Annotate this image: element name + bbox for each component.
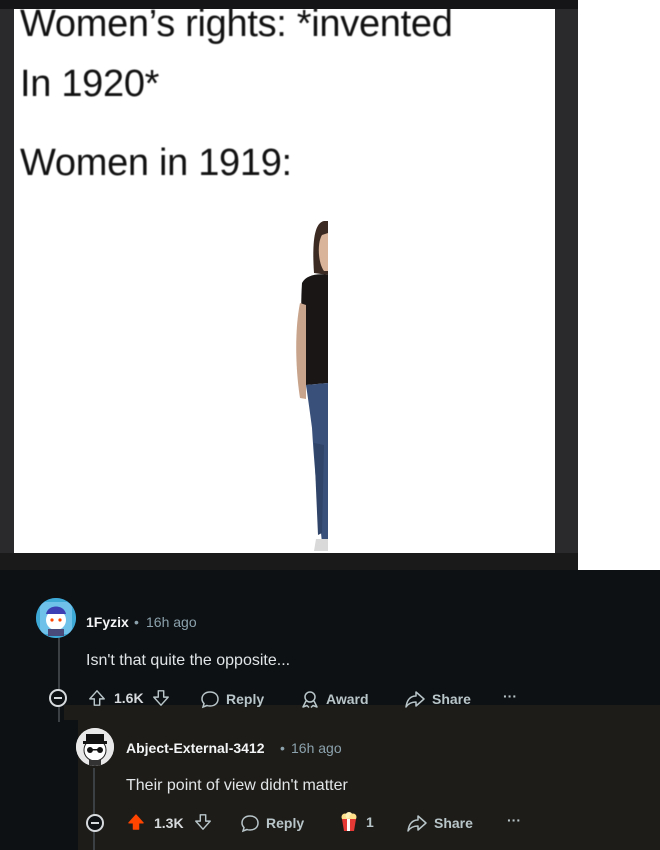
reply-timestamp[interactable]: 16h ago xyxy=(291,740,342,756)
meme-caption-line3: Women in 1919: xyxy=(20,142,292,184)
minus-icon xyxy=(54,697,62,699)
reply-username[interactable]: Abject-External-3412 xyxy=(126,740,265,756)
image-bottom-bar xyxy=(0,553,578,570)
comment-username[interactable]: 1Fyzix xyxy=(86,614,129,630)
minus-icon xyxy=(91,822,99,824)
upvote-button-active[interactable] xyxy=(127,813,145,831)
reply-label: Reply xyxy=(266,815,305,831)
snoo-avatar-icon xyxy=(36,598,76,638)
image-top-bar xyxy=(0,0,578,9)
reply-button[interactable]: Reply xyxy=(240,813,304,833)
collapse-reply-button[interactable] xyxy=(86,814,104,832)
reply-vote-score: 1.3K xyxy=(154,815,184,831)
more-options-button[interactable]: ··· xyxy=(503,688,517,704)
avatar[interactable] xyxy=(36,598,76,638)
share-arrow-icon xyxy=(405,691,425,708)
downvote-arrow-icon xyxy=(195,814,211,830)
collapse-thread-button[interactable] xyxy=(49,689,67,707)
reply-thread-line[interactable] xyxy=(93,768,95,850)
comment-timestamp[interactable]: 16h ago xyxy=(146,614,197,630)
woman-peeking-illustration xyxy=(296,221,328,551)
meme-image: Women’s rights: *invented In 1920* Women… xyxy=(14,9,555,553)
vote-score: 1.6K xyxy=(114,690,144,706)
share-button[interactable]: Share xyxy=(404,689,471,709)
share-label: Share xyxy=(432,691,471,707)
thread-line[interactable] xyxy=(58,635,60,693)
post-image-frame[interactable]: Women’s rights: *invented In 1920* Women… xyxy=(0,0,578,570)
share-button[interactable]: Share xyxy=(406,813,473,833)
comment-section: 1Fyzix • 16h ago Isn't that quite the op… xyxy=(0,570,660,850)
reply-avatar[interactable] xyxy=(76,728,114,766)
meme-caption-line1: Women’s rights: *invented xyxy=(20,9,453,45)
upvote-button[interactable] xyxy=(88,689,106,707)
award-count: 1 xyxy=(366,814,374,830)
award-count-button[interactable]: 1 xyxy=(338,811,374,833)
downvote-button[interactable] xyxy=(194,813,212,831)
downvote-arrow-icon xyxy=(153,690,169,706)
reply-body: Their point of view didn't matter xyxy=(126,777,348,794)
meme-caption-line2: In 1920* xyxy=(20,63,160,105)
award-ribbon-icon xyxy=(302,691,318,709)
comment-body: Isn't that quite the opposite... xyxy=(86,652,291,669)
comment-bubble-icon xyxy=(201,691,219,709)
share-arrow-icon xyxy=(407,815,427,832)
award-button[interactable]: Award xyxy=(300,689,369,709)
snoo-avatar-icon xyxy=(76,728,114,766)
reply-label: Reply xyxy=(226,691,265,707)
upvote-arrow-icon xyxy=(89,690,105,706)
share-label: Share xyxy=(434,815,473,831)
meta-separator: • xyxy=(280,740,285,756)
meta-separator: • xyxy=(134,614,139,630)
more-options-button[interactable]: ··· xyxy=(507,812,521,828)
reply-button[interactable]: Reply xyxy=(200,689,264,709)
upvote-arrow-filled-icon xyxy=(128,814,144,830)
comment-bubble-icon xyxy=(241,815,259,833)
downvote-button[interactable] xyxy=(152,689,170,707)
award-label: Award xyxy=(326,691,369,707)
popcorn-award-icon xyxy=(341,812,357,831)
